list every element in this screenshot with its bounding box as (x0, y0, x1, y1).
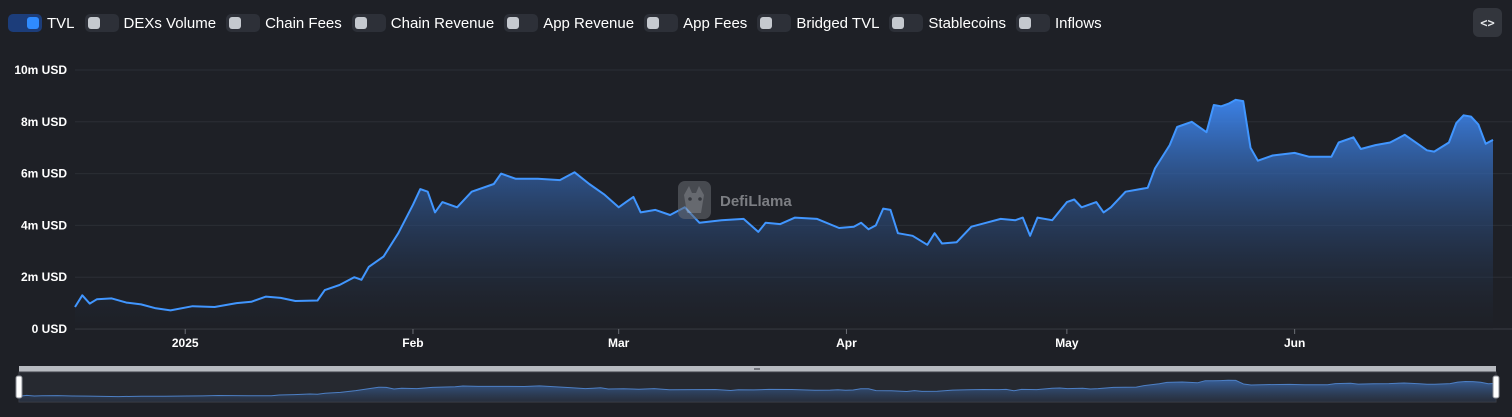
y-tick-label: 0 USD (32, 322, 68, 336)
llama-logo-icon (678, 181, 711, 219)
x-tick-label: Feb (402, 336, 423, 350)
brush-left-handle[interactable] (15, 375, 23, 399)
tvl-area-fill (75, 99, 1493, 329)
watermark-text: DefiLlama (720, 193, 792, 210)
tvl-chart: 0 USD 2m USD 4m USD 6m USD 8m USD 10m USD 2025… (14, 63, 1512, 403)
watermark: DefiLlama (678, 181, 792, 219)
x-tick-label: Apr (836, 336, 857, 350)
y-tick-label: 10m USD (14, 63, 67, 77)
range-brush (15, 366, 1500, 403)
y-tick-label: 2m USD (21, 270, 67, 284)
y-tick-label: 8m USD (21, 115, 67, 129)
y-tick-label: 6m USD (21, 167, 67, 181)
x-tick-label: May (1055, 336, 1079, 350)
tvl-area-series (74, 98, 1494, 329)
x-tick-label: 2025 (172, 336, 199, 350)
y-tick-label: 4m USD (21, 218, 67, 232)
brush-right-handle[interactable] (1492, 375, 1500, 399)
x-tick-label: Jun (1284, 336, 1305, 350)
x-tick-label: Mar (608, 336, 630, 350)
